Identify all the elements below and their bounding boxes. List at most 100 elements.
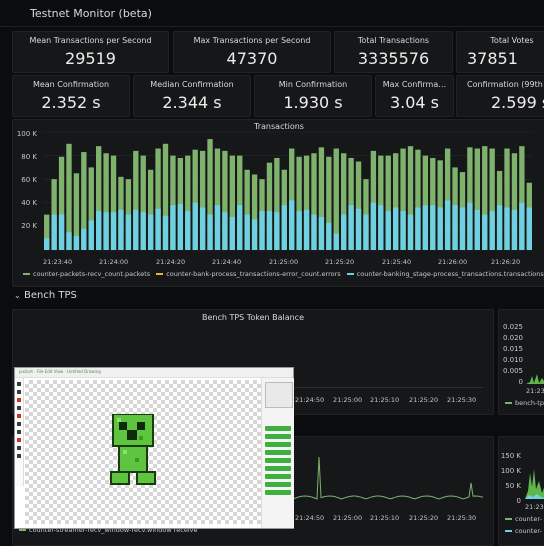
bar-transactions[interactable] [326,222,332,250]
legend-item[interactable]: counter- [505,515,542,523]
transactions-chart[interactable] [43,131,533,251]
right-panel-2[interactable]: 150 K 100 K 50 K 0 21:23:4 counter- coun… [498,436,544,546]
bar-transactions[interactable] [51,214,57,250]
stat-total-votes[interactable]: Total Votes 37851 [456,31,544,73]
bar-transactions[interactable] [244,214,250,250]
bar-transactions[interactable] [66,232,72,250]
layer-button[interactable] [265,458,291,463]
bar-transactions[interactable] [207,214,213,250]
bar-transactions[interactable] [147,214,154,250]
tool-icon[interactable] [17,438,21,442]
bar-transactions[interactable] [58,214,65,250]
bar-transactions[interactable] [103,212,109,250]
layer-button[interactable] [265,482,291,487]
bar-transactions[interactable] [437,207,443,250]
stat-mean-tps[interactable]: Mean Transactions per Second 29519 [12,31,169,73]
bar-transactions[interactable] [430,205,436,250]
drawing-canvas[interactable] [25,380,261,524]
stat-min-confirmation[interactable]: Min Confirmation 1.930 s [254,75,372,117]
tool-icon[interactable] [17,382,21,386]
legend-item[interactable]: counter-packets-recv_count.packets [23,270,150,278]
editor-side-panel[interactable] [261,378,294,528]
bar-transactions[interactable] [355,208,362,250]
transactions-panel[interactable]: Transactions 100 K 80 K 60 K 40 K 20 K 0… [12,119,544,287]
pixel-editor-window[interactable]: pixilart · File Edit View · Untitled Dra… [14,367,294,529]
stat-confirmation-99th[interactable]: Confirmation (99th pe… 2.599 s [456,75,544,117]
bar-transactions[interactable] [370,202,377,250]
bar-transactions[interactable] [526,207,532,250]
right-panel-1[interactable]: 0.025 0.020 0.015 0.010 0.005 0 21:23:4 … [498,309,544,415]
bar-transactions[interactable] [311,214,317,250]
bar-transactions[interactable] [407,214,414,250]
bar-transactions[interactable] [229,216,235,250]
layer-button[interactable] [265,490,291,495]
bar-transactions[interactable] [519,202,525,250]
legend-item[interactable]: counter-banking_stage-process_transactio… [346,270,544,278]
bar-transactions[interactable] [118,209,124,250]
bar-transactions[interactable] [415,207,421,250]
bar-transactions[interactable] [125,214,132,250]
stat-median-confirmation[interactable]: Median Confirmation 2.344 s [133,75,251,117]
bar-transactions[interactable] [96,211,102,250]
tool-icon[interactable] [17,414,21,418]
bar-transactions[interactable] [214,205,221,250]
bar-transactions[interactable] [333,233,339,250]
bar-transactions[interactable] [192,202,198,250]
bar-transactions[interactable] [289,200,295,250]
bar-transactions[interactable] [266,211,273,250]
bar-transactions[interactable] [511,209,518,250]
layer-button[interactable] [265,434,291,439]
bar-transactions[interactable] [482,214,488,250]
bar-transactions[interactable] [459,207,466,250]
bar-transactions[interactable] [140,212,146,250]
recv-window-chart[interactable] [293,453,483,503]
bar-transactions[interactable] [378,205,384,250]
stat-max-confirmation[interactable]: Max Confirma… 3.04 s [375,75,454,117]
legend-item[interactable]: counter- [505,527,542,535]
layer-button[interactable] [265,474,291,479]
stat-total-transactions[interactable]: Total Transactions 3335576 [334,31,453,73]
bar-transactions[interactable] [474,209,480,250]
bar-transactions[interactable] [110,212,117,250]
bar-transactions[interactable] [341,214,347,250]
bar-transactions[interactable] [392,207,399,250]
bar-transactions[interactable] [318,216,325,250]
bar-transactions[interactable] [496,205,503,250]
layer-button[interactable] [265,426,291,431]
bar-transactions[interactable] [274,212,280,250]
bar-transactions[interactable] [296,211,302,250]
bar-transactions[interactable] [177,203,184,250]
section-title[interactable]: Bench TPS [24,290,77,301]
stat-max-tps[interactable]: Max Transactions per Second 47370 [173,31,331,73]
bar-transactions[interactable] [504,207,510,250]
layer-button[interactable] [265,442,291,447]
bar-transactions[interactable] [259,211,265,250]
bar-transactions[interactable] [452,205,458,250]
stat-mean-confirmation[interactable]: Mean Confirmation 2.352 s [12,75,130,117]
editor-toolbar[interactable] [15,378,24,486]
dashboard-title[interactable]: Testnet Monitor (beta) [30,7,152,20]
bar-transactions[interactable] [303,209,310,250]
bar-transactions[interactable] [237,205,243,250]
bar-transactions[interactable] [281,205,287,250]
bar-transactions[interactable] [400,211,406,250]
tool-icon[interactable] [17,430,21,434]
bar-transactions[interactable] [88,220,94,251]
tool-icon[interactable] [17,406,21,410]
bar-transactions[interactable] [199,207,206,250]
bar-transactions[interactable] [81,228,87,250]
bar-transactions[interactable] [363,214,369,250]
bar-transactions[interactable] [422,205,429,250]
tool-icon[interactable] [17,390,21,394]
bar-transactions[interactable] [222,212,228,250]
bar-transactions[interactable] [444,200,451,250]
tool-icon[interactable] [17,398,21,402]
bar-transactions[interactable] [170,205,176,250]
layer-button[interactable] [265,466,291,471]
bar-transactions[interactable] [133,209,139,250]
legend-item[interactable]: counter-bank-process_transactions-error_… [156,270,341,278]
bar-transactions[interactable] [162,215,169,250]
bar-transactions[interactable] [44,238,50,250]
bar-transactions[interactable] [185,211,191,250]
layer-button[interactable] [265,450,291,455]
